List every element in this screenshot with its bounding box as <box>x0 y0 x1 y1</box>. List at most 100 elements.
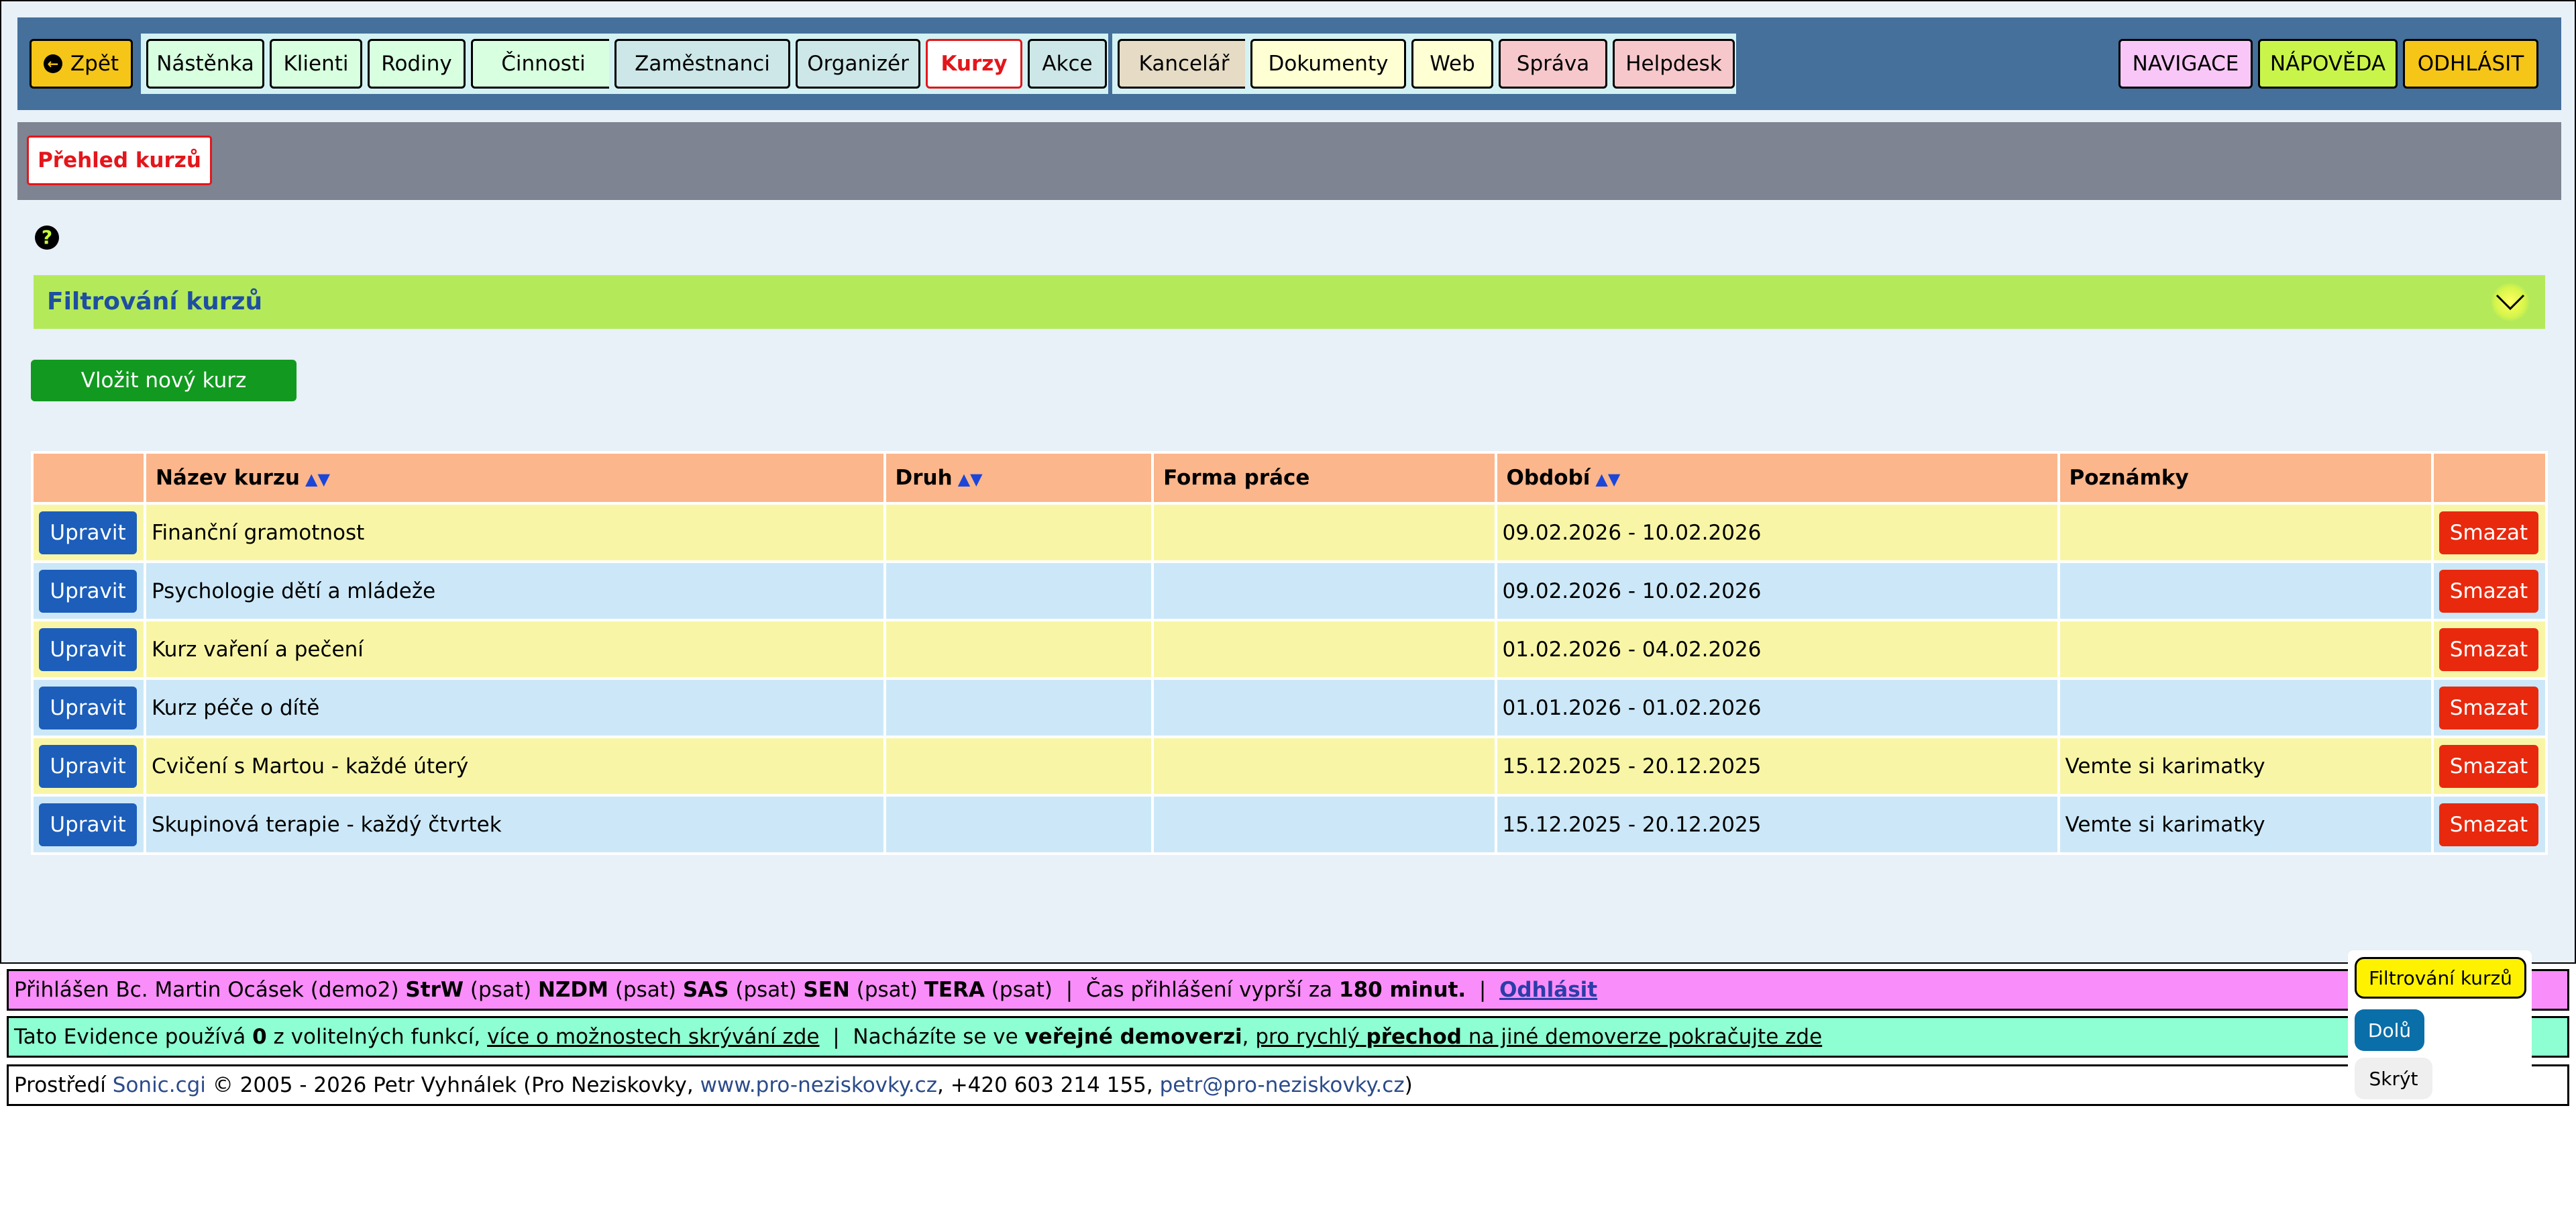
cell-poznamky <box>2059 680 2431 736</box>
back-label: Zpět <box>70 52 119 76</box>
cell-delete: Smazat <box>2433 738 2545 794</box>
cell-obdobi: 15.12.2025 - 20.12.2025 <box>1497 738 2057 794</box>
cell-forma <box>1154 505 1495 560</box>
scroll-down-button[interactable]: Dolů <box>2355 1009 2424 1051</box>
delete-button[interactable]: Smazat <box>2438 686 2538 729</box>
delete-button[interactable]: Smazat <box>2438 511 2538 554</box>
sort-arrows-icon[interactable]: ▲▼ <box>1595 470 1620 489</box>
nav-item-rodiny[interactable]: Rodiny <box>368 39 466 89</box>
nav-item-cinnosti[interactable]: Činnosti <box>471 39 616 89</box>
nav-item-kurzy[interactable]: Kurzy <box>926 39 1022 89</box>
features-info-bar: Tato Evidence používá 0 z volitelných fu… <box>7 1016 2569 1058</box>
nav-item-helpdesk[interactable]: Helpdesk <box>1613 39 1735 89</box>
nav-item-zamestnanci[interactable]: Zaměstnanci <box>614 39 790 89</box>
cell-obdobi: 09.02.2026 - 10.02.2026 <box>1497 505 2057 560</box>
app-frame: ← Zpět Nástěnka Klienti Rodiny Činnosti … <box>0 0 2576 964</box>
cell-poznamky: Vemte si karimatky <box>2059 797 2431 852</box>
cell-druh <box>885 505 1152 560</box>
copyright-bar: Prostředí Sonic.cgi © 2005 - 2026 Petr V… <box>7 1064 2569 1106</box>
header-actions <box>34 454 144 502</box>
cell-nazev: Finanční gramotnost <box>146 505 883 560</box>
header-forma: Forma práce <box>1154 454 1495 502</box>
cell-obdobi: 09.02.2026 - 10.02.2026 <box>1497 563 2057 619</box>
demo-switch-link[interactable]: pro rychlý přechod na jiné demoverze pok… <box>1255 1025 1822 1049</box>
cell-edit: Upravit <box>34 738 144 794</box>
napoveda-button[interactable]: NÁPOVĚDA <box>2258 39 2398 89</box>
web-link[interactable]: www.pro-neziskovky.cz <box>700 1073 937 1097</box>
courses-table: Název kurzu ▲▼ Druh ▲▼ Forma práce Období ▲… <box>31 451 2548 855</box>
table-row: Upravit Kurz vaření a pečení 01.02.2026 - … <box>34 621 2545 677</box>
nav-item-klienti[interactable]: Klienti <box>270 39 362 89</box>
cell-druh <box>885 680 1152 736</box>
login-info-bar: Přihlášen Bc. Martin Ocásek (demo2) StrW… <box>7 969 2569 1011</box>
logout-link[interactable]: Odhlásit <box>1499 978 1597 1002</box>
edit-button[interactable]: Upravit <box>39 803 137 846</box>
cell-nazev: Kurz vaření a pečení <box>146 621 883 677</box>
edit-button[interactable]: Upravit <box>39 627 137 671</box>
cell-delete: Smazat <box>2433 797 2545 852</box>
nav-item-dokumenty[interactable]: Dokumenty <box>1250 39 1406 89</box>
cell-delete: Smazat <box>2433 680 2545 736</box>
chevron-down-icon[interactable] <box>2491 283 2529 321</box>
top-navigation: ← Zpět Nástěnka Klienti Rodiny Činnosti … <box>17 17 2561 110</box>
nav-item-organizer[interactable]: Organizér <box>796 39 920 89</box>
hiding-options-link[interactable]: více o možnostech skrývání zde <box>487 1025 819 1049</box>
cell-edit: Upravit <box>34 563 144 619</box>
table-row: Upravit Finanční gramotnost 09.02.2026 - 1… <box>34 505 2545 560</box>
cell-poznamky <box>2059 505 2431 560</box>
nav-item-kancelar[interactable]: Kancelář <box>1118 39 1250 89</box>
odhlasit-button[interactable]: ODHLÁSIT <box>2403 39 2538 89</box>
cell-forma <box>1154 680 1495 736</box>
hide-panel-button[interactable]: Skrýt <box>2355 1058 2432 1099</box>
cell-obdobi: 01.02.2026 - 04.02.2026 <box>1497 621 2057 677</box>
cell-obdobi: 15.12.2025 - 20.12.2025 <box>1497 797 2057 852</box>
arrow-left-icon: ← <box>43 54 62 73</box>
cell-poznamky <box>2059 563 2431 619</box>
edit-button[interactable]: Upravit <box>39 511 137 554</box>
sort-arrows-icon[interactable]: ▲▼ <box>958 470 983 489</box>
nav-item-akce[interactable]: Akce <box>1028 39 1107 89</box>
header-poznamky: Poznámky <box>2059 454 2431 502</box>
email-link[interactable]: petr@pro-neziskovky.cz <box>1160 1073 1405 1097</box>
tab-prehled-kurzu[interactable]: Přehled kurzů <box>27 136 212 185</box>
cell-forma <box>1154 797 1495 852</box>
sonic-link[interactable]: Sonic.cgi <box>113 1073 206 1097</box>
table-row: Upravit Cvičení s Martou - každé úterý 15.… <box>34 738 2545 794</box>
cell-druh <box>885 621 1152 677</box>
header-druh[interactable]: Druh ▲▼ <box>885 454 1152 502</box>
nav-item-nastenka[interactable]: Nástěnka <box>146 39 264 89</box>
header-obdobi[interactable]: Období ▲▼ <box>1497 454 2057 502</box>
table-row: Upravit Psychologie dětí a mládeže 09.02.2… <box>34 563 2545 619</box>
back-button[interactable]: ← Zpět <box>30 39 133 89</box>
delete-button[interactable]: Smazat <box>2438 627 2538 671</box>
delete-button[interactable]: Smazat <box>2438 569 2538 613</box>
cell-forma <box>1154 621 1495 677</box>
sort-arrows-icon[interactable]: ▲▼ <box>305 470 330 489</box>
table-row: Upravit Kurz péče o dítě 01.01.2026 - 01.0… <box>34 680 2545 736</box>
cell-edit: Upravit <box>34 680 144 736</box>
cell-forma <box>1154 563 1495 619</box>
floating-panel: Filtrování kurzů Dolů Skrýt <box>2348 950 2532 1101</box>
nav-item-web[interactable]: Web <box>1411 39 1493 89</box>
cell-nazev: Psychologie dětí a mládeže <box>146 563 883 619</box>
add-course-button[interactable]: Vložit nový kurz <box>31 360 297 401</box>
navigace-button[interactable]: NAVIGACE <box>2118 39 2253 89</box>
edit-button[interactable]: Upravit <box>39 744 137 788</box>
cell-edit: Upravit <box>34 797 144 852</box>
edit-button[interactable]: Upravit <box>39 686 137 729</box>
table-row: Upravit Skupinová terapie - každý čtvrtek… <box>34 797 2545 852</box>
cell-druh <box>885 797 1152 852</box>
filter-bar[interactable]: Filtrování kurzů <box>34 275 2545 329</box>
cell-druh <box>885 738 1152 794</box>
cell-edit: Upravit <box>34 621 144 677</box>
help-icon[interactable]: ? <box>35 225 59 250</box>
float-filter-button[interactable]: Filtrování kurzů <box>2355 957 2526 999</box>
header-delete <box>2433 454 2545 502</box>
header-nazev[interactable]: Název kurzu ▲▼ <box>146 454 883 502</box>
delete-button[interactable]: Smazat <box>2438 744 2538 788</box>
edit-button[interactable]: Upravit <box>39 569 137 613</box>
delete-button[interactable]: Smazat <box>2438 803 2538 846</box>
cell-edit: Upravit <box>34 505 144 560</box>
cell-poznamky <box>2059 621 2431 677</box>
nav-item-sprava[interactable]: Správa <box>1499 39 1607 89</box>
